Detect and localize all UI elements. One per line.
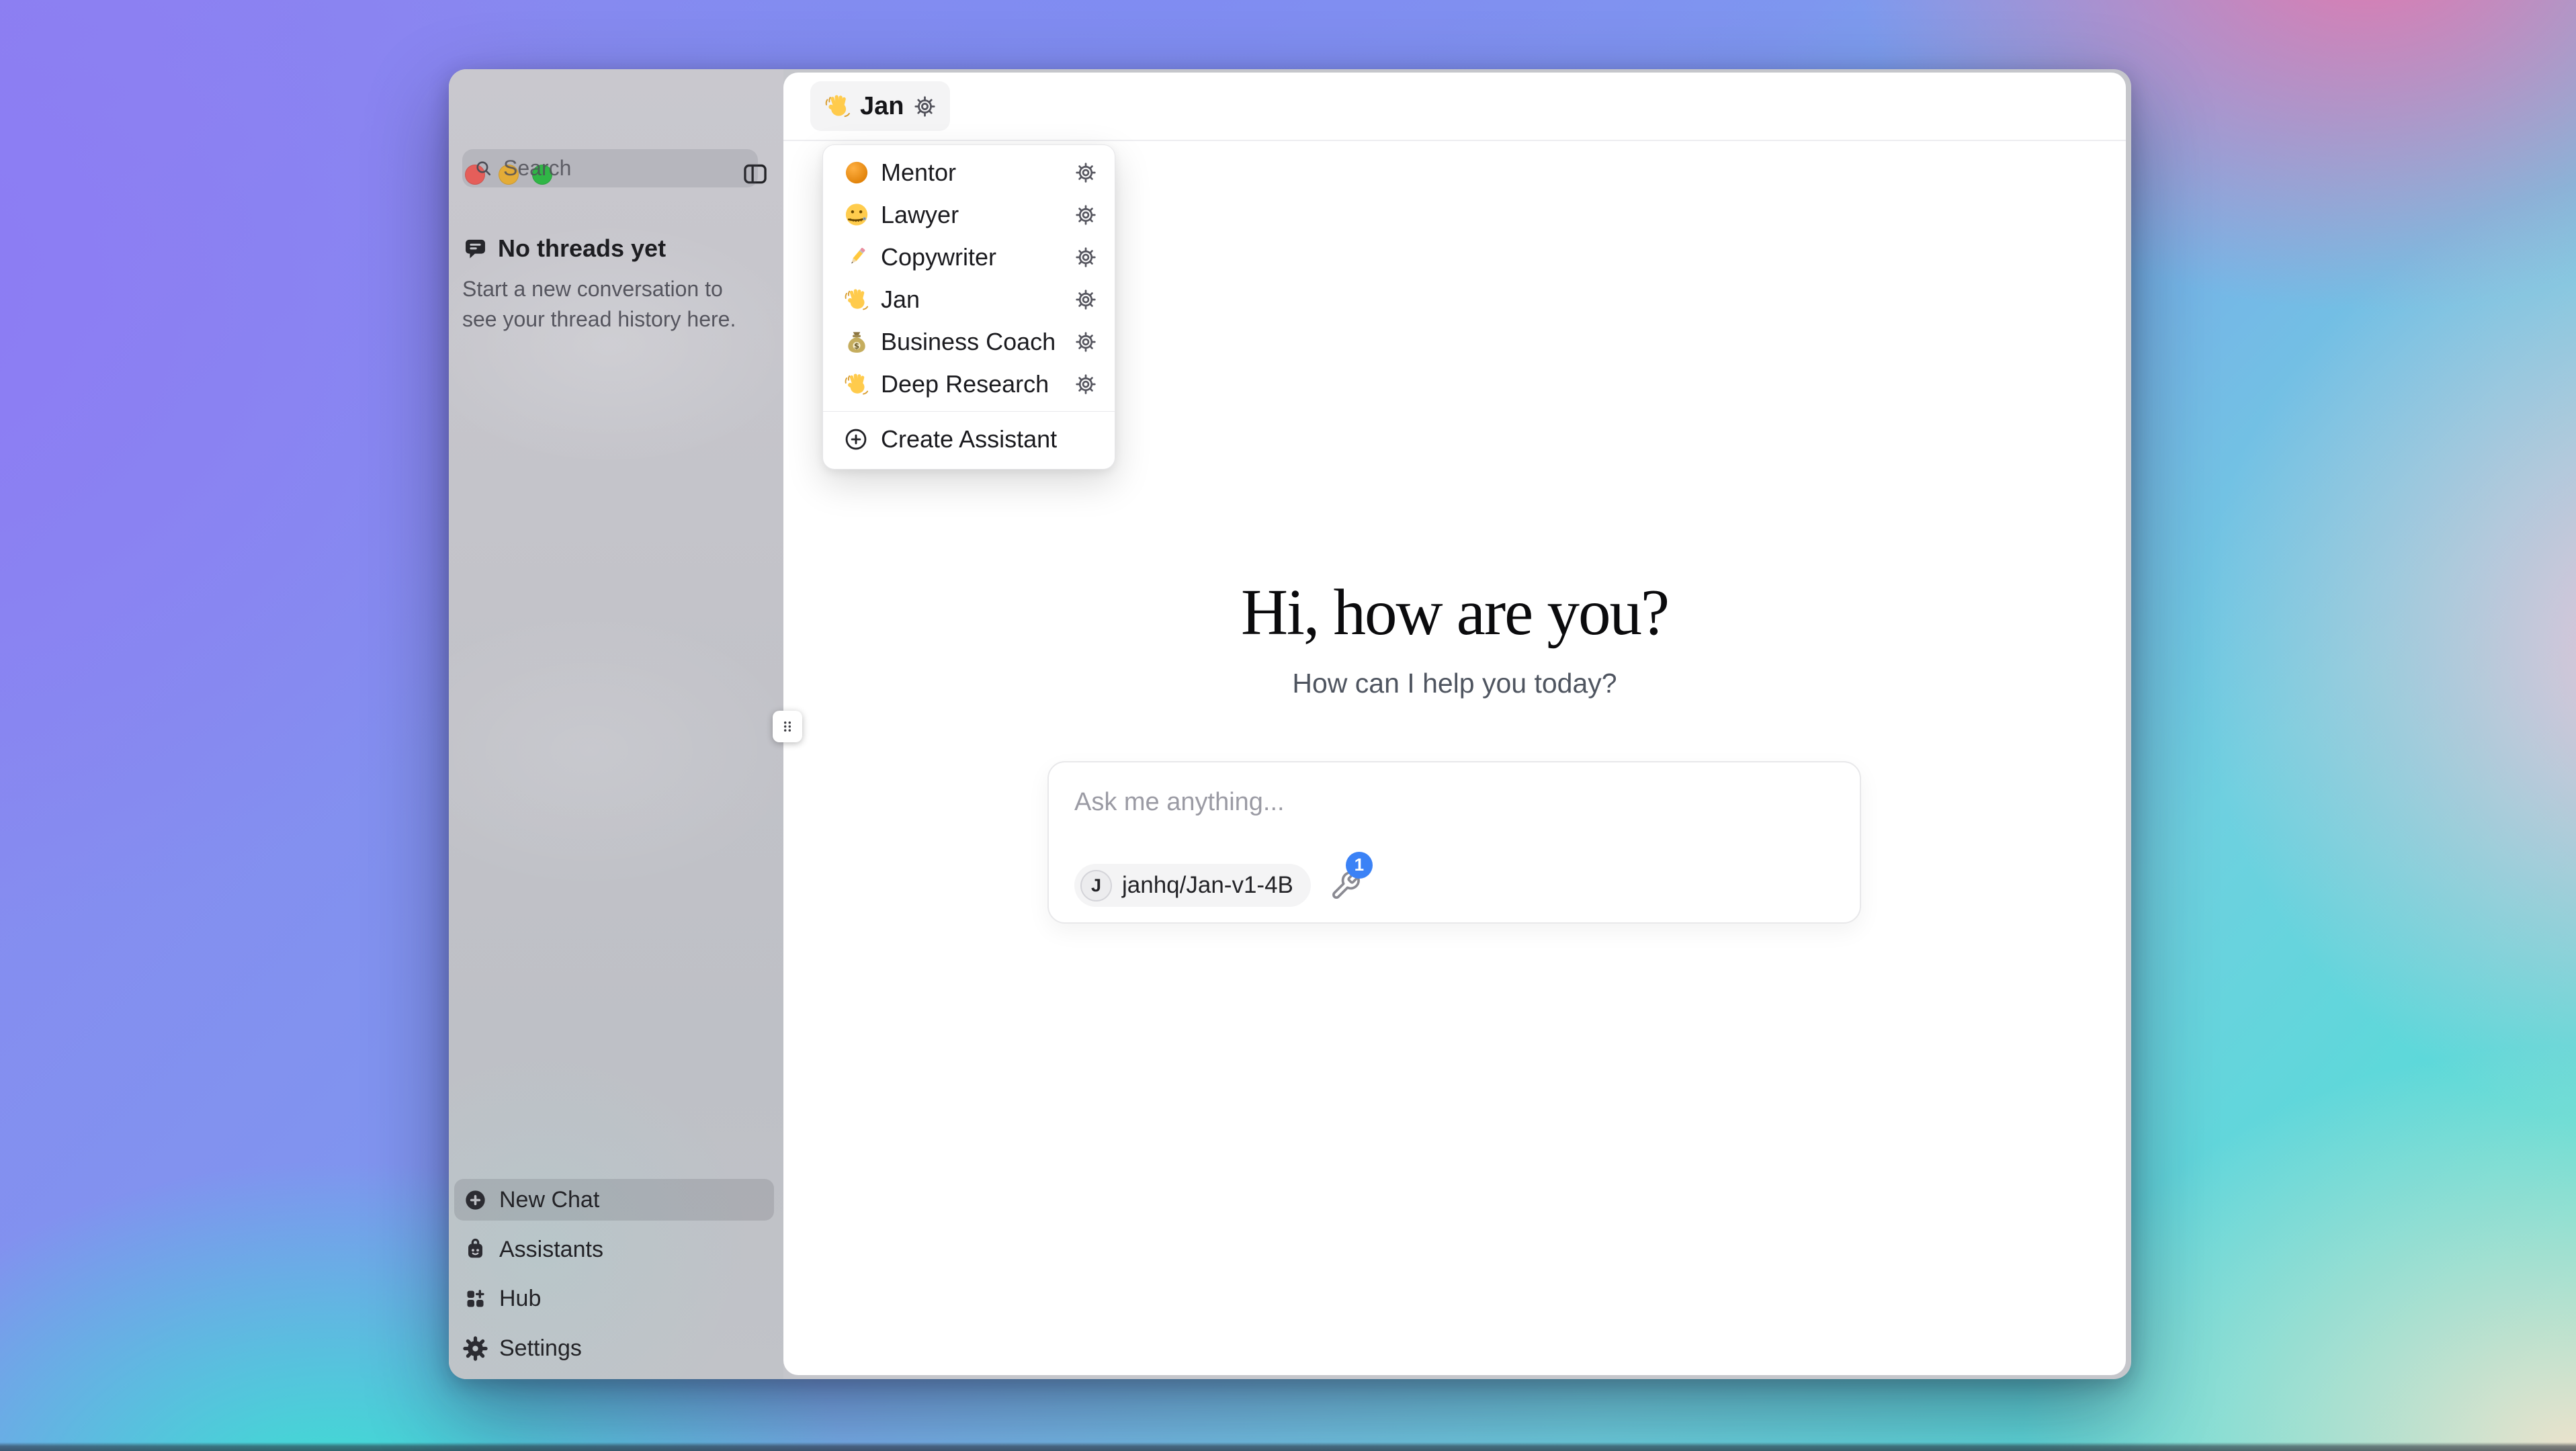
search-input[interactable] <box>502 155 783 181</box>
empty-state-title: No threads yet <box>498 234 666 263</box>
pencil-emoji-icon <box>843 244 870 271</box>
assistant-settings-button[interactable] <box>1074 331 1097 353</box>
chat-bubble-icon <box>462 236 488 262</box>
message-input[interactable] <box>1049 762 1860 856</box>
desktop-bottom-edge <box>0 1442 2576 1451</box>
grip-dots-icon <box>779 717 796 736</box>
sidebar-nav: New Chat Assistants Hub Settings <box>454 1179 774 1379</box>
gear-icon <box>1074 161 1097 184</box>
sidebar-item-settings[interactable]: Settings <box>454 1327 774 1369</box>
create-assistant-label: Create Assistant <box>881 425 1057 453</box>
hero-greeting: Hi, how are you? <box>783 575 2126 650</box>
menu-item-label: Lawyer <box>881 201 959 229</box>
assistant-settings-button[interactable] <box>1074 204 1097 226</box>
search-box[interactable] <box>462 149 758 187</box>
empty-state: No threads yet <box>462 234 666 263</box>
hero-subtitle: How can I help you today? <box>783 668 2126 699</box>
waving-hand-emoji-icon <box>843 371 870 398</box>
sidebar-item-label: New Chat <box>499 1187 599 1213</box>
gear-icon <box>1074 331 1097 353</box>
sidebar-item-assistants[interactable]: Assistants <box>454 1229 774 1270</box>
plus-circle-icon <box>463 1188 488 1213</box>
gear-icon <box>463 1336 488 1361</box>
menu-item-label: Mentor <box>881 159 956 187</box>
gear-icon <box>1074 373 1097 396</box>
menu-item-label: Copywriter <box>881 243 996 271</box>
menu-item-business-coach[interactable]: Business Coach <box>823 320 1115 363</box>
sidebar-item-label: Assistants <box>499 1237 603 1263</box>
menu-item-label: Business Coach <box>881 328 1056 356</box>
sidebar-item-label: Settings <box>499 1335 582 1362</box>
assistant-menu: Mentor Lawyer Copywriter <box>822 144 1115 470</box>
menu-item-create-assistant[interactable]: Create Assistant <box>823 418 1115 461</box>
sidebar-item-hub[interactable]: Hub <box>454 1278 774 1319</box>
main-panel: Jan Mentor Lawyer <box>783 73 2126 1375</box>
model-name: janhq/Jan-v1-4B <box>1122 872 1293 899</box>
model-selector[interactable]: J janhq/Jan-v1-4B <box>1074 864 1311 907</box>
composer: J janhq/Jan-v1-4B 1 <box>1047 761 1861 924</box>
waving-hand-emoji-icon <box>843 286 870 313</box>
gear-icon <box>1074 204 1097 226</box>
tools-count-badge: 1 <box>1346 852 1373 879</box>
model-avatar: J <box>1080 870 1112 902</box>
assistant-settings-button[interactable] <box>1074 373 1097 396</box>
search-icon <box>473 158 494 179</box>
app-window: No threads yet Start a new conversation … <box>449 69 2131 1379</box>
assistant-settings-button[interactable] <box>1074 161 1097 184</box>
robot-icon <box>463 1237 488 1262</box>
gear-icon <box>1074 246 1097 269</box>
sidebar-resize-handle[interactable] <box>773 711 802 742</box>
menu-item-deep-research[interactable]: Deep Research <box>823 363 1115 405</box>
menu-item-mentor[interactable]: Mentor <box>823 151 1115 193</box>
empty-state-description: Start a new conversation to see your thr… <box>462 274 762 335</box>
gear-icon <box>1074 288 1097 311</box>
assistant-selector[interactable]: Jan <box>810 81 950 131</box>
money-bag-emoji-icon <box>843 328 870 355</box>
composer-toolbar: J janhq/Jan-v1-4B 1 <box>1074 864 1361 907</box>
grid-plus-icon <box>463 1286 488 1311</box>
menu-item-lawyer[interactable]: Lawyer <box>823 193 1115 236</box>
sidebar-item-label: Hub <box>499 1286 541 1312</box>
menu-item-jan[interactable]: Jan <box>823 278 1115 320</box>
tools-button[interactable]: 1 <box>1330 870 1361 902</box>
assistant-settings-button[interactable] <box>1074 288 1097 311</box>
waving-hand-emoji-icon <box>824 92 852 120</box>
plus-circle-outline-icon <box>843 427 869 452</box>
menu-item-copywriter[interactable]: Copywriter <box>823 236 1115 278</box>
sidebar: No threads yet Start a new conversation … <box>449 69 783 1379</box>
assistant-name: Jan <box>860 92 904 121</box>
assistant-settings-gear-icon[interactable] <box>913 95 937 118</box>
orange-circle-emoji-icon <box>843 159 870 186</box>
menu-separator <box>823 411 1115 412</box>
desktop-background: No threads yet Start a new conversation … <box>0 0 2576 1451</box>
menu-item-label: Deep Research <box>881 370 1049 398</box>
sidebar-item-new-chat[interactable]: New Chat <box>454 1179 774 1221</box>
chat-header: Jan <box>783 73 2126 141</box>
zipper-mouth-emoji-icon <box>843 202 870 228</box>
assistant-settings-button[interactable] <box>1074 246 1097 269</box>
menu-item-label: Jan <box>881 285 920 314</box>
